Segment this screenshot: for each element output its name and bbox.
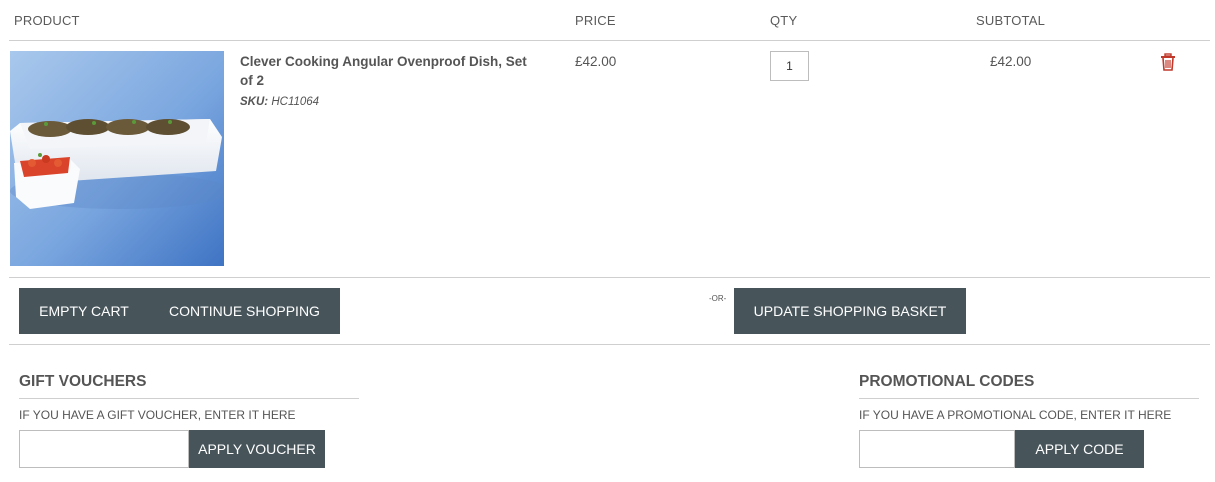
gift-voucher-form: APPLY VOUCHER	[19, 430, 359, 468]
column-header-price: PRICE	[575, 13, 616, 28]
apply-voucher-button[interactable]: APPLY VOUCHER	[189, 430, 325, 468]
continue-shopping-button[interactable]: CONTINUE SHOPPING	[149, 288, 340, 334]
promo-code-form: APPLY CODE	[859, 430, 1199, 468]
gift-voucher-input[interactable]	[19, 430, 189, 468]
sku-label: SKU:	[240, 96, 269, 108]
quantity-input[interactable]	[770, 51, 809, 81]
cart-button-group: EMPTY CART CONTINUE SHOPPING	[19, 288, 340, 334]
product-photo-illustration	[10, 51, 224, 266]
sku-value: HC11064	[271, 96, 320, 108]
product-name[interactable]: Clever Cooking Angular Ovenproof Dish, S…	[240, 52, 530, 90]
trash-icon[interactable]	[1160, 53, 1176, 71]
column-header-qty: QTY	[770, 13, 798, 28]
update-basket-button[interactable]: UPDATE SHOPPING BASKET	[734, 288, 966, 334]
or-separator: -OR-	[709, 294, 727, 303]
item-subtotal: £42.00	[990, 54, 1032, 69]
promo-code-hint: IF YOU HAVE A PROMOTIONAL CODE, ENTER IT…	[859, 408, 1172, 422]
promo-code-panel: PROMOTIONAL CODES IF YOU HAVE A PROMOTIO…	[859, 373, 1199, 468]
gift-voucher-title: GIFT VOUCHERS	[19, 373, 359, 399]
column-header-product: PRODUCT	[14, 13, 80, 28]
promo-code-input[interactable]	[859, 430, 1015, 468]
gift-voucher-panel: GIFT VOUCHERS IF YOU HAVE A GIFT VOUCHER…	[19, 373, 359, 468]
column-header-subtotal: SUBTOTAL	[976, 13, 1046, 28]
cart-actions: EMPTY CART CONTINUE SHOPPING -OR- UPDATE…	[9, 278, 1210, 345]
promo-code-title: PROMOTIONAL CODES	[859, 373, 1199, 399]
cart-table-header: PRODUCT PRICE QTY SUBTOTAL	[9, 0, 1210, 41]
product-sku: SKU: HC11064	[240, 96, 319, 108]
product-image[interactable]	[10, 51, 224, 266]
apply-code-button[interactable]: APPLY CODE	[1015, 430, 1144, 468]
cart-item-row: Clever Cooking Angular Ovenproof Dish, S…	[9, 41, 1210, 278]
gift-voucher-hint: IF YOU HAVE A GIFT VOUCHER, ENTER IT HER…	[19, 408, 296, 422]
empty-cart-button[interactable]: EMPTY CART	[19, 288, 149, 334]
item-price: £42.00	[575, 54, 617, 69]
